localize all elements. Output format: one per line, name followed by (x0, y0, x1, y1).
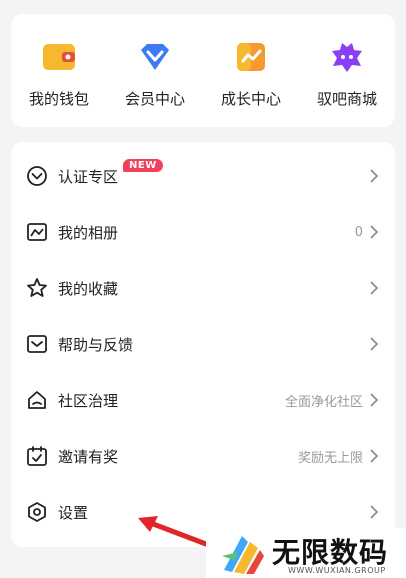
album-icon (27, 223, 47, 241)
menu-item-invite-reward[interactable]: 邀请有奖 奖励无上限 (11, 428, 395, 484)
chevron-right-icon (370, 169, 379, 183)
chevron-right-icon (370, 505, 379, 519)
community-home-icon (28, 391, 46, 409)
chevron-right-icon (370, 449, 379, 463)
watermark: 无限数码 WWW.WUXIAN.GROUP (206, 528, 406, 578)
album-count: 0 (354, 224, 363, 240)
growth-chart-icon (234, 40, 268, 74)
invite-subtext: 奖励无上限 (297, 450, 363, 466)
new-badge: NEW (123, 159, 163, 172)
quick-action-growth[interactable]: 成长中心 (203, 14, 299, 127)
wallet-icon (42, 40, 76, 74)
vip-diamond-icon (138, 40, 172, 74)
calendar-check-icon (27, 446, 47, 466)
settings-gear-icon (28, 502, 46, 522)
watermark-logo-icon (222, 536, 264, 574)
quick-action-vip[interactable]: 会员中心 (107, 14, 203, 127)
watermark-subtitle: WWW.WUXIAN.GROUP (288, 566, 386, 575)
menu-item-album[interactable]: 我的相册 0 (11, 204, 395, 260)
chevron-right-icon (370, 281, 379, 295)
menu-item-label: 认证专区 (58, 167, 119, 186)
community-subtext: 全面净化社区 (284, 394, 363, 410)
quick-action-wallet[interactable]: 我的钱包 (11, 14, 107, 127)
menu-item-label: 设置 (58, 503, 89, 522)
menu-item-label: 帮助与反馈 (58, 335, 134, 354)
star-icon (27, 278, 47, 297)
annotation-arrow-icon (138, 516, 209, 547)
menu-item-label: 社区治理 (58, 391, 119, 410)
watermark-title: 无限数码 (272, 536, 389, 569)
chevron-right-icon (370, 337, 379, 351)
quick-action-label: 成长中心 (220, 90, 281, 108)
menu-list-card: 认证专区 NEW 我的相册 0 我的收藏 帮助与反馈 社区治理 全面净化社区 邀… (11, 142, 395, 547)
feedback-icon (27, 335, 47, 353)
menu-item-verification[interactable]: 认证专区 NEW (11, 148, 395, 204)
menu-item-help-feedback[interactable]: 帮助与反馈 (11, 316, 395, 372)
menu-item-label: 我的收藏 (58, 279, 119, 298)
menu-item-label: 我的相册 (58, 223, 119, 242)
menu-item-community-governance[interactable]: 社区治理 全面净化社区 (11, 372, 395, 428)
quick-action-mall[interactable]: 驭吧商城 (299, 14, 395, 127)
menu-item-favorites[interactable]: 我的收藏 (11, 260, 395, 316)
quick-action-label: 我的钱包 (28, 90, 89, 108)
verified-badge-icon (27, 166, 47, 186)
chevron-right-icon (370, 225, 379, 239)
chevron-right-icon (370, 393, 379, 407)
quick-action-label: 驭吧商城 (316, 90, 377, 108)
mall-bag-icon (330, 40, 364, 74)
menu-item-label: 邀请有奖 (58, 447, 119, 466)
quick-actions-card: 我的钱包 会员中心 成长中心 驭吧商城 (11, 14, 395, 127)
quick-action-label: 会员中心 (124, 90, 185, 108)
